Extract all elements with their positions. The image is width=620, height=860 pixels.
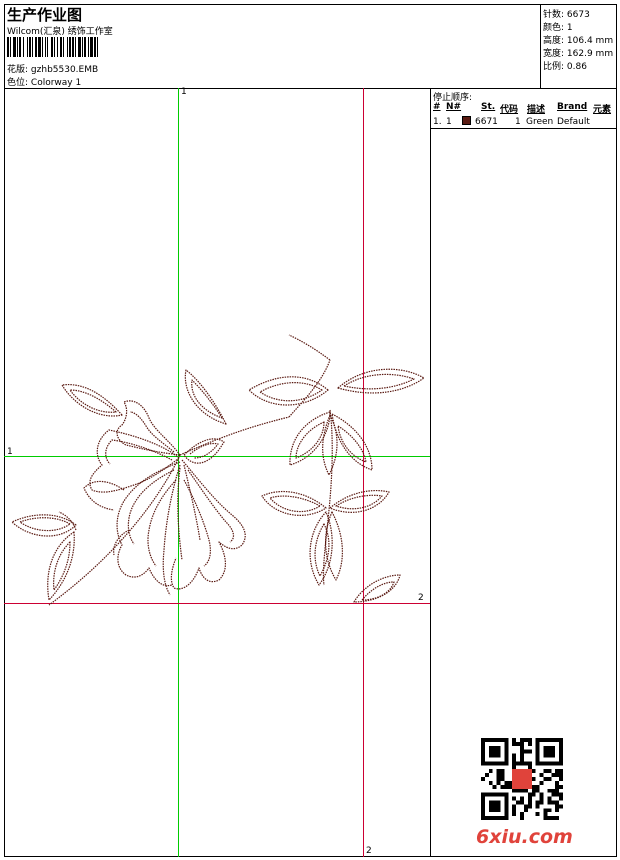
leaf-mid-1 [289, 411, 331, 466]
row-n: 1 [446, 117, 452, 127]
embroidery-design [11, 334, 425, 606]
colorway-label: 色位: [7, 78, 29, 88]
guide-label-bottom: 2 [366, 846, 372, 856]
studio-name: Wilcom(汇泉) 绣饰工作室 [7, 27, 113, 37]
stitches-label: 针数: [543, 10, 565, 20]
row-code: 1 [515, 117, 521, 127]
stitches-value: 6673 [566, 10, 590, 20]
colors-stat: 颜色: 1 [543, 20, 573, 33]
leaf-low-2 [329, 489, 390, 513]
leaf-corner [353, 574, 401, 603]
scale-value: 0.86 [566, 62, 587, 72]
design-label: 花版: [7, 65, 29, 75]
width-label: 宽度: [543, 49, 565, 59]
sidebar-divider [430, 88, 431, 857]
width-stat: 宽度: 162.9 mm [543, 46, 613, 59]
row-brand: Default [557, 117, 590, 127]
colors-value: 1 [566, 23, 573, 33]
leaf-low-4 [325, 511, 343, 581]
col-header-stitches: St. [481, 102, 496, 112]
col-header-brand: Brand [557, 102, 588, 112]
sidebar-table-divider [430, 128, 617, 129]
leaf-top-right [337, 368, 425, 394]
leaf-top-left [184, 369, 227, 425]
barcode [7, 37, 98, 57]
leaf-mid-3 [322, 414, 338, 476]
design-row: 花版: gzhb5530.EMB [7, 62, 98, 75]
col-header-element: 元素 [593, 105, 612, 115]
watermark-logo: 6xiu.com [476, 826, 573, 848]
flower-left-petals [116, 461, 181, 587]
stitches-stat: 针数: 6673 [543, 7, 590, 20]
colors-label: 颜色: [543, 23, 565, 33]
height-label: 高度: [543, 36, 565, 46]
height-stat: 高度: 106.4 mm [543, 33, 613, 46]
height-value: 106.4 mm [566, 36, 614, 46]
qr-center-logo [512, 769, 532, 789]
leaf-left-stem [58, 511, 77, 531]
leaf-left-top [61, 383, 123, 417]
row-description: Green [526, 117, 554, 127]
scale-label: 比例: [543, 62, 565, 72]
header-divider [4, 88, 617, 89]
row-stitches: 6671 [475, 117, 498, 127]
stats-divider [540, 4, 541, 88]
col-header-code: 代码 [500, 105, 519, 115]
col-header-index: # [433, 102, 441, 112]
thread-color-swatch [462, 116, 471, 125]
stem-upper [288, 359, 331, 418]
colorway-row: 色位: Colorway 1 [7, 75, 81, 88]
qr-code [481, 738, 563, 820]
row-index: 1. [433, 117, 442, 127]
flower-upper-petal [116, 400, 181, 456]
colorway-value: Colorway 1 [30, 78, 82, 88]
width-value: 162.9 mm [566, 49, 614, 59]
flower-right-petals [170, 459, 246, 590]
guide-label-top: 1 [181, 87, 187, 97]
stem-top [288, 334, 331, 361]
scale-stat: 比例: 0.86 [543, 59, 587, 72]
col-header-description: 描述 [527, 105, 546, 115]
page-title: 生产作业图 [7, 6, 83, 24]
leaf-left-mid [11, 514, 77, 537]
col-header-n: N# [446, 102, 462, 112]
design-value: gzhb5530.EMB [30, 65, 99, 75]
leaf-low-1 [261, 490, 327, 516]
